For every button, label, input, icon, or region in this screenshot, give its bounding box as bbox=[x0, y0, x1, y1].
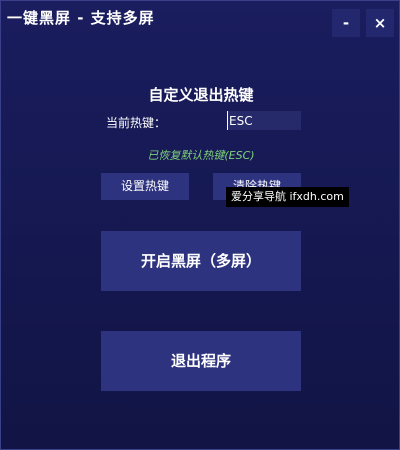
status-message: 已恢复默认热键(ESC) bbox=[147, 149, 255, 162]
app-window: 一键黑屏 - 支持多屏 - × 自定义退出热键 当前热键： 已恢复默认热键(ES… bbox=[0, 0, 400, 450]
hotkey-heading: 自定义退出热键 bbox=[148, 86, 254, 104]
current-hotkey-label: 当前热键： bbox=[106, 116, 167, 130]
watermark-tooltip: 爱分享导航 ifxdh.com bbox=[226, 187, 349, 207]
minimize-button[interactable]: - bbox=[332, 9, 360, 37]
exit-program-button[interactable]: 退出程序 bbox=[101, 331, 301, 391]
close-button[interactable]: × bbox=[366, 9, 394, 37]
set-hotkey-button[interactable]: 设置热键 bbox=[101, 173, 189, 200]
hotkey-input[interactable] bbox=[227, 111, 301, 130]
window-title: 一键黑屏 - 支持多屏 bbox=[7, 9, 155, 27]
start-blackout-button[interactable]: 开启黑屏（多屏） bbox=[101, 231, 301, 291]
